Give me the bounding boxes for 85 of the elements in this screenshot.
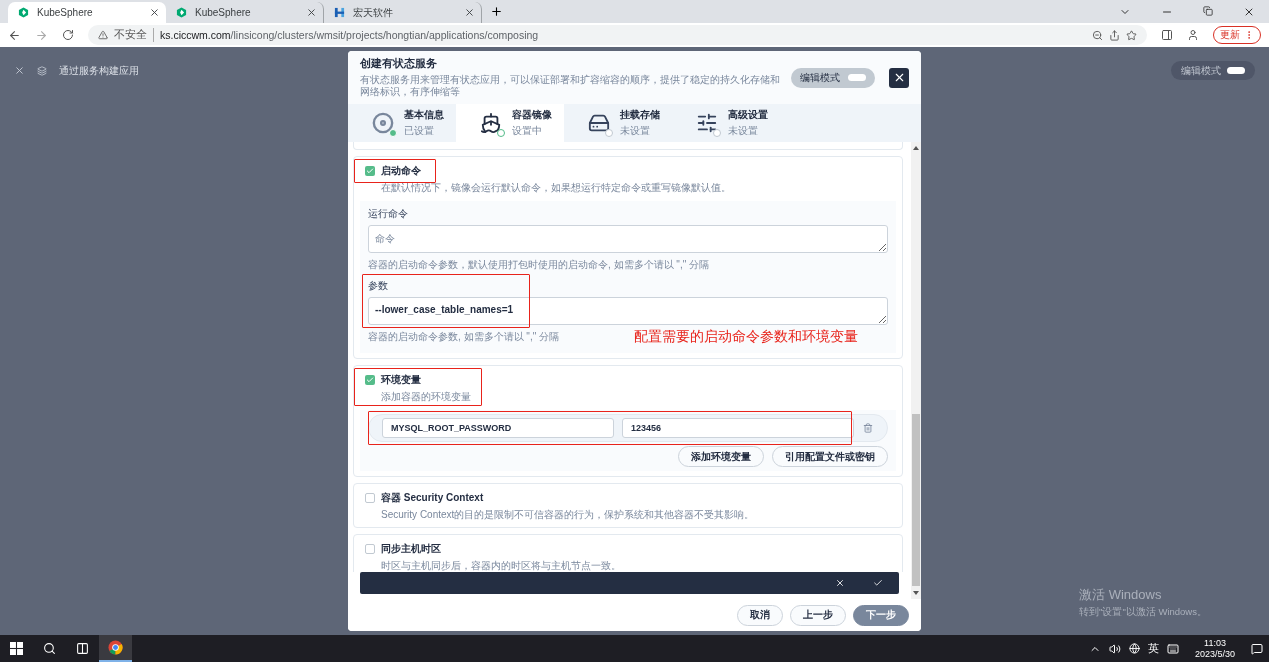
checkbox[interactable] — [365, 493, 375, 503]
dialog-description: 有状态服务用来管理有状态应用，可以保证部署和扩容缩容的顺序，提供了稳定的持久化存储和网络标识，有序伸缩等 — [360, 74, 781, 98]
value-field[interactable]: 123456 — [622, 418, 854, 438]
step-status: 已设置 — [404, 124, 435, 138]
update-button[interactable]: 更新 — [1213, 26, 1261, 44]
search-icon[interactable] — [43, 642, 56, 655]
step-status: 设置中 — [512, 124, 543, 138]
check-icon[interactable] — [873, 578, 883, 588]
arguments-field[interactable]: --lower_case_table_names=1 — [368, 297, 888, 325]
profile-icon[interactable] — [1187, 29, 1199, 41]
add-button[interactable]: 引用配置文件或密钥 — [772, 446, 888, 467]
field-hint: 容器的启动命令参数, 如需多个请以 "," 分隔 — [368, 330, 559, 344]
zoom-icon[interactable] — [1092, 29, 1103, 41]
checkbox[interactable] — [365, 166, 375, 176]
hexagon-logo-icon — [18, 7, 29, 18]
step-status: 未设置 — [620, 124, 651, 138]
task-view-icon[interactable] — [76, 642, 89, 655]
side-panel-icon[interactable] — [1161, 29, 1173, 41]
layers-icon — [37, 65, 47, 76]
browser-tab[interactable]: KubeSphere — [8, 2, 166, 23]
h-logo-icon — [334, 7, 345, 18]
trash-icon[interactable] — [863, 423, 873, 433]
activation-title: 激活 Windows — [1079, 586, 1163, 604]
command-field[interactable]: 命令 — [368, 225, 888, 253]
step-title: 高级设置 — [728, 108, 768, 122]
clock[interactable]: 11:03 2023/5/30 — [1186, 637, 1243, 660]
close-icon[interactable] — [464, 7, 475, 18]
step-title: 容器镜像 — [512, 108, 552, 122]
step-tab[interactable]: 高级设置 未设置 — [672, 104, 780, 142]
ship-icon — [480, 112, 502, 134]
notification-icon[interactable] — [1251, 642, 1263, 655]
footer-button[interactable]: 取消 — [737, 604, 783, 626]
star-icon[interactable] — [1126, 29, 1137, 41]
edit-mode-toggle[interactable]: 编辑模式 — [791, 67, 875, 88]
field-hint: 容器的启动命令参数，默认使用打包时使用的启动命令, 如需多个请以 "," 分隔 — [368, 258, 710, 272]
page-title: 通过服务构建应用 — [59, 63, 139, 78]
close-button[interactable] — [889, 67, 909, 88]
section-description: 在默认情况下，镜像会运行默认命令，如果想运行特定命令或重写镜像默认值。 — [380, 181, 732, 195]
step-title: 挂载存储 — [620, 108, 660, 122]
checkbox[interactable] — [365, 544, 375, 554]
reload-icon[interactable] — [62, 29, 74, 41]
field-label: 运行命令 — [368, 207, 409, 221]
url-text: ks.ciccwm.com/linsicong/clusters/wmsit/projects/hongtian/applications/composing — [160, 29, 539, 41]
close-icon[interactable] — [149, 7, 160, 18]
close-icon[interactable] — [306, 7, 317, 18]
footer-button[interactable]: 下一步 — [853, 604, 909, 626]
close-icon[interactable] — [835, 578, 845, 588]
checkbox[interactable] — [365, 375, 375, 385]
section-title: 启动命令 — [381, 164, 421, 178]
security-label: 不安全 — [114, 28, 154, 42]
volume-icon[interactable] — [1108, 642, 1121, 655]
section-title: 同步主机时区 — [381, 542, 441, 556]
back-icon[interactable] — [8, 28, 21, 42]
section-description: 添加容器的环境变量 — [380, 390, 472, 404]
section-title: 容器 Security Context — [381, 491, 484, 505]
step-status: 未设置 — [728, 124, 759, 138]
section-description: Security Context的目的是限制不可信容器的行为，保护系统和其他容器不受其影响。 — [380, 508, 756, 522]
step-title: 基本信息 — [404, 108, 444, 122]
address-field[interactable]: 不安全 ks.ciccwm.com/linsicong/clusters/wmsit/projects/hongtian/applications/composing — [88, 25, 1147, 45]
browser-logo-icon[interactable] — [108, 640, 123, 655]
step-tab[interactable]: 容器镜像 设置中 — [456, 104, 564, 142]
globe-icon[interactable] — [1128, 643, 1140, 654]
annotation-text: 配置需要的启动命令参数和环境变量 — [634, 328, 858, 346]
restore-icon[interactable] — [1203, 5, 1213, 16]
dialog-title: 创建有状态服务 — [360, 57, 438, 71]
hexagon-logo-icon — [176, 7, 187, 18]
new-tab-icon[interactable] — [490, 5, 503, 18]
share-icon[interactable] — [1109, 29, 1120, 41]
edit-mode-toggle[interactable]: 编辑模式 — [1171, 61, 1255, 80]
disc-icon — [372, 112, 394, 134]
input-language[interactable]: 英 — [1147, 641, 1159, 656]
windows-logo-icon[interactable] — [10, 642, 23, 655]
hard-drive-icon — [588, 112, 610, 134]
step-tab[interactable]: 基本信息 已设置 — [348, 104, 456, 142]
footer-button[interactable]: 上一步 — [790, 604, 846, 626]
sliders-icon — [696, 112, 718, 134]
activation-hint: 转到"设置"以激活 Windows。 — [1079, 606, 1207, 619]
field-label: 参数 — [368, 279, 389, 293]
warning-icon — [98, 30, 108, 40]
section-description: 时区与主机同步后，容器内的时区将与主机节点一致。 — [380, 559, 622, 572]
step-tab[interactable]: 挂载存储 未设置 — [564, 104, 672, 142]
add-button[interactable]: 添加环境变量 — [678, 446, 764, 467]
name-field[interactable]: MYSQL_ROOT_PASSWORD — [382, 418, 614, 438]
section-title: 环境变量 — [381, 373, 421, 387]
keyboard-icon[interactable] — [1166, 642, 1179, 655]
